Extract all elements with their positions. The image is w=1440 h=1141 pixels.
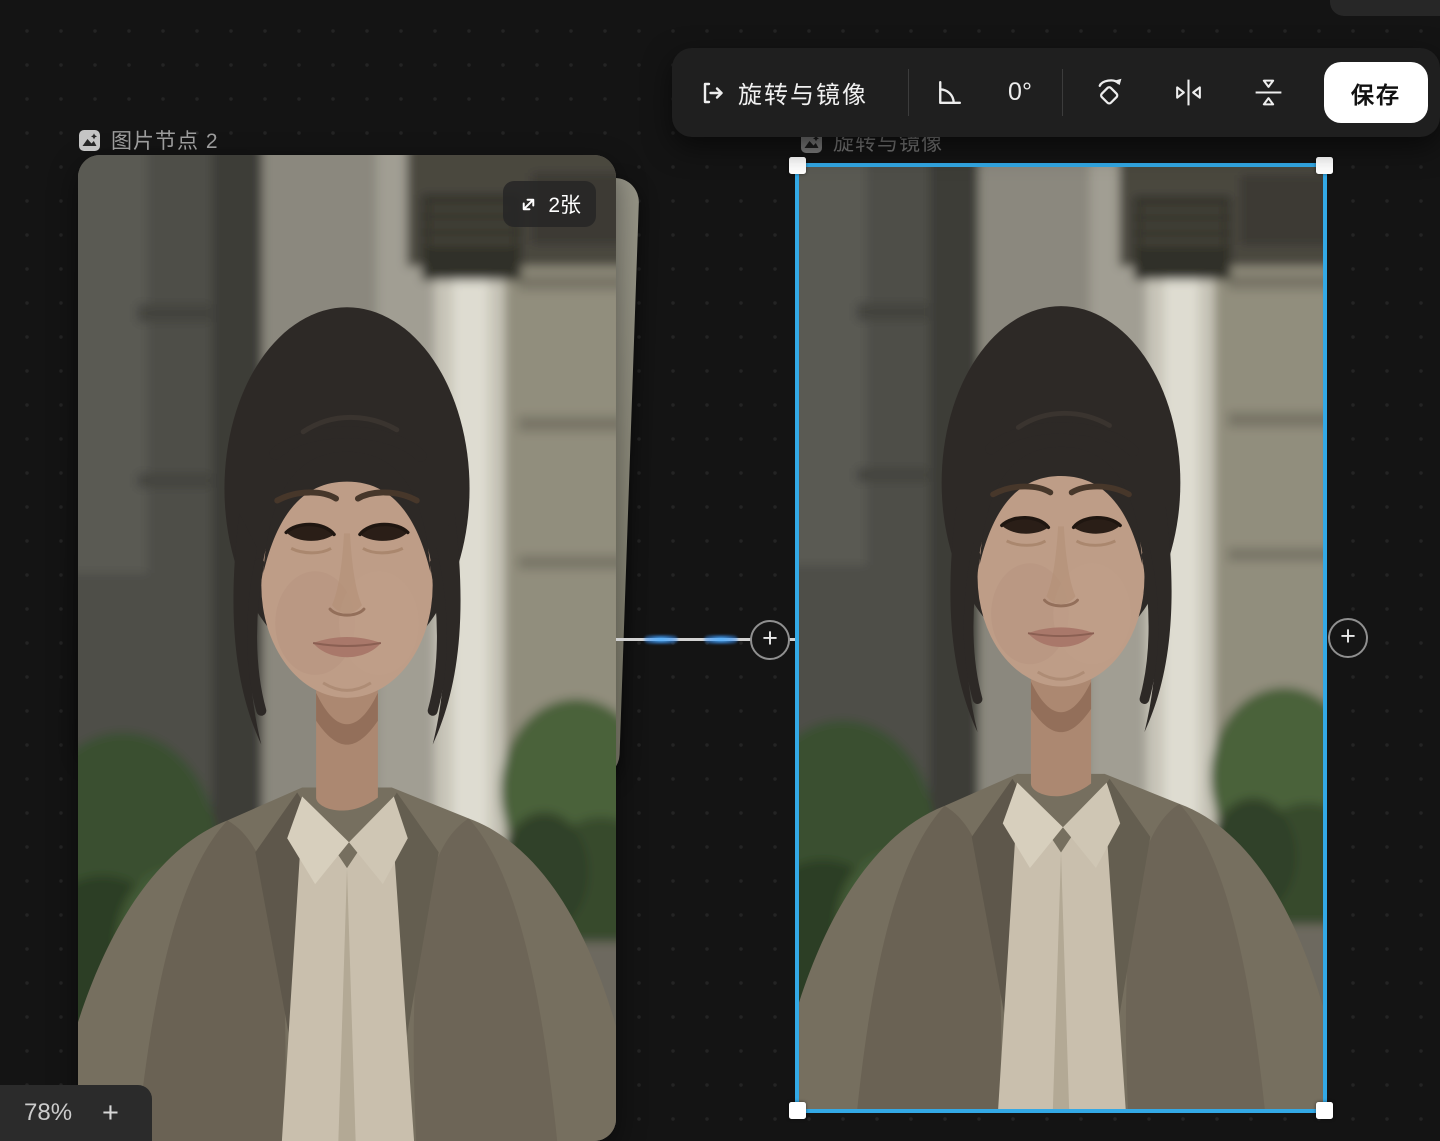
output-port-add-button[interactable]: + [1328,618,1368,658]
rotate-icon [1092,75,1127,110]
image-node-icon [78,129,101,152]
toolbar-divider [1062,69,1063,116]
portrait-photo [78,155,616,1141]
angle-icon[interactable] [932,48,965,137]
portrait-photo-result [799,167,1323,1109]
expand-icon [518,194,539,215]
flow-glow-dot [644,635,678,644]
rotate-button[interactable] [1092,48,1127,137]
zoom-in-button[interactable]: + [102,1099,119,1128]
left-node-title[interactable]: 图片节点 2 [78,125,219,155]
resize-handle-top-left[interactable] [789,157,806,174]
image-count-badge[interactable]: 2张 [503,181,596,227]
exit-bracket-arrow-icon [698,48,728,137]
flip-vertical-button[interactable] [1252,48,1285,137]
toolbar-title: 旋转与镜像 [738,48,868,137]
plus-icon: + [762,625,778,652]
resize-handle-bottom-right[interactable] [1316,1102,1333,1119]
selected-node-frame[interactable] [795,163,1327,1113]
flip-horizontal-icon [1172,76,1205,109]
resize-handle-bottom-left[interactable] [789,1102,806,1119]
toolbar-divider [908,69,909,116]
rotate-mirror-toolbar: 旋转与镜像 0° [672,48,1440,137]
zoom-control-bar: 78% + [0,1085,152,1141]
left-node-title-text: 图片节点 2 [111,125,219,155]
angle-value[interactable]: 0° [980,48,1060,137]
flip-vertical-icon [1252,76,1285,109]
flip-horizontal-button[interactable] [1172,48,1205,137]
input-port-add-button[interactable]: + [750,620,790,660]
flow-glow-dot [704,635,738,644]
save-button[interactable]: 保存 [1324,62,1428,123]
resize-handle-top-right[interactable] [1316,157,1333,174]
image-count-text: 2张 [548,189,581,219]
image-node-card[interactable]: 2张 [78,155,616,1141]
zoom-level[interactable]: 78% [24,1099,72,1127]
top-right-panel-corner [1330,0,1440,16]
plus-icon: + [1340,623,1356,650]
